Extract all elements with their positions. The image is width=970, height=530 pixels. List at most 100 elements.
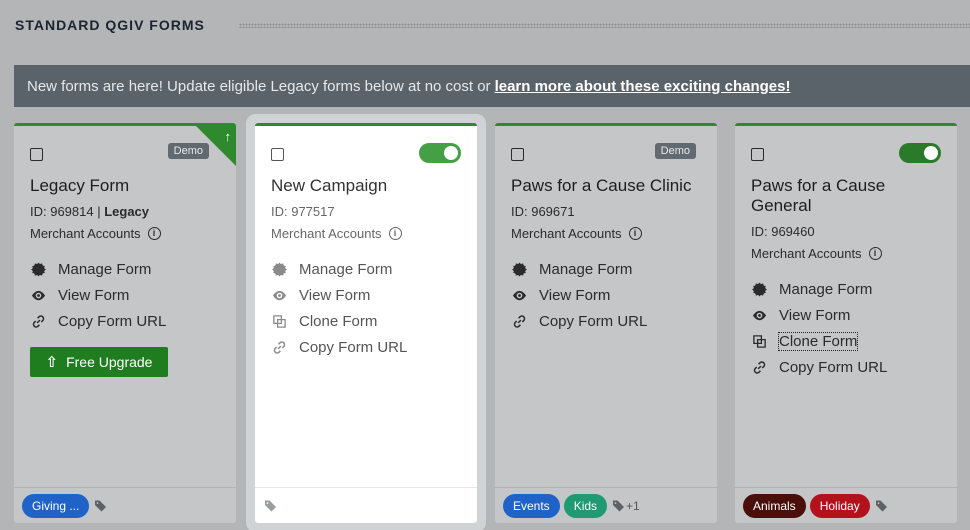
- link-icon: [271, 339, 287, 355]
- form-card-legacy-form: ↑ Demo Legacy Form ID: 969814 | Legacy M…: [14, 123, 236, 523]
- merchant-accounts: Merchant Accounts i: [271, 226, 402, 241]
- card-actions: Manage Form View Form Clone Form Copy Fo…: [271, 256, 407, 360]
- eye-icon: [271, 287, 287, 303]
- merchant-accounts-label: Merchant Accounts: [751, 246, 862, 261]
- section-divider: [238, 22, 970, 28]
- form-card-paws-clinic: Demo Paws for a Cause Clinic ID: 969671 …: [495, 123, 717, 523]
- gear-icon: [30, 261, 46, 277]
- action-label: View Form: [779, 306, 851, 324]
- manage-form-link[interactable]: Manage Form: [511, 256, 647, 282]
- form-id-value: ID: 969814: [30, 204, 94, 219]
- eye-icon: [751, 307, 767, 323]
- select-checkbox[interactable]: [751, 148, 764, 161]
- tag-icon[interactable]: [875, 500, 888, 512]
- form-active-toggle[interactable]: [419, 143, 461, 163]
- gear-icon: [751, 281, 767, 297]
- manage-form-link[interactable]: Manage Form: [271, 256, 407, 282]
- free-upgrade-button[interactable]: ⇧ Free Upgrade: [30, 347, 168, 377]
- demo-badge: Demo: [167, 143, 209, 159]
- card-footer: Giving ...: [14, 487, 236, 523]
- arrow-up-icon: ↑: [224, 129, 232, 144]
- card-footer: [255, 487, 477, 523]
- view-form-link[interactable]: View Form: [271, 282, 407, 308]
- select-checkbox[interactable]: [511, 148, 524, 161]
- demo-badge: Demo: [654, 143, 696, 159]
- eye-icon: [30, 287, 46, 303]
- card-actions: Manage Form View Form Clone Form Copy Fo…: [751, 276, 887, 380]
- update-banner: New forms are here! Update eligible Lega…: [14, 65, 970, 107]
- form-title: Paws for a Cause General: [751, 176, 886, 215]
- eye-icon: [511, 287, 527, 303]
- copy-form-url-link[interactable]: Copy Form URL: [751, 354, 887, 380]
- form-active-toggle[interactable]: [899, 143, 941, 163]
- tag-giving[interactable]: Giving ...: [22, 493, 90, 518]
- info-icon[interactable]: i: [388, 227, 402, 240]
- action-label: Copy Form URL: [539, 312, 648, 330]
- info-icon[interactable]: i: [147, 227, 161, 240]
- action-label: Clone Form: [777, 331, 859, 351]
- learn-more-link[interactable]: learn more about these exciting changes!: [495, 78, 791, 95]
- action-label: Clone Form: [299, 312, 378, 330]
- tag-icon[interactable]: [265, 500, 277, 512]
- form-type: Legacy: [104, 204, 150, 219]
- action-label: Copy Form URL: [299, 338, 408, 356]
- link-icon: [751, 359, 767, 375]
- form-id: ID: 969814 | Legacy: [30, 204, 150, 219]
- form-card-paws-general: Paws for a Cause General ID: 969460 Merc…: [735, 123, 957, 523]
- card-footer: Events Kids +1: [495, 487, 717, 523]
- merchant-accounts: Merchant Accounts i: [511, 226, 642, 241]
- manage-form-link[interactable]: Manage Form: [30, 256, 166, 282]
- merchant-accounts-label: Merchant Accounts: [30, 226, 141, 241]
- form-id: ID: 969671: [511, 204, 575, 219]
- copy-form-url-link[interactable]: Copy Form URL: [511, 308, 647, 334]
- copy-form-url-link[interactable]: Copy Form URL: [271, 334, 407, 360]
- more-tags-count[interactable]: +1: [626, 499, 640, 513]
- action-label: Manage Form: [299, 260, 393, 278]
- card-actions: Manage Form View Form Copy Form URL: [511, 256, 647, 334]
- action-label: Manage Form: [58, 260, 152, 278]
- form-title: Legacy Form: [30, 176, 130, 195]
- link-icon: [30, 313, 46, 329]
- gear-icon: [511, 261, 527, 277]
- action-label: View Form: [58, 286, 130, 304]
- view-form-link[interactable]: View Form: [30, 282, 166, 308]
- copy-icon: [271, 313, 287, 329]
- banner-text: New forms are here! Update eligible Lega…: [27, 77, 491, 95]
- tag-icon[interactable]: [613, 500, 625, 512]
- view-form-link[interactable]: View Form: [511, 282, 647, 308]
- action-label: Copy Form URL: [779, 358, 888, 376]
- tag-animals[interactable]: Animals: [743, 493, 806, 518]
- merchant-accounts-label: Merchant Accounts: [511, 226, 622, 241]
- action-label: View Form: [539, 286, 611, 304]
- clone-form-link[interactable]: Clone Form: [751, 328, 887, 354]
- gear-icon: [271, 261, 287, 277]
- form-card-new-campaign: New Campaign ID: 977517 Merchant Account…: [255, 123, 477, 523]
- info-icon[interactable]: i: [628, 227, 642, 240]
- free-upgrade-label: Free Upgrade: [66, 354, 153, 370]
- manage-form-link[interactable]: Manage Form: [751, 276, 887, 302]
- view-form-link[interactable]: View Form: [751, 302, 887, 328]
- action-label: Manage Form: [779, 280, 873, 298]
- link-icon: [511, 313, 527, 329]
- action-label: View Form: [299, 286, 371, 304]
- section-header: STANDARD QGIV FORMS: [15, 14, 970, 36]
- merchant-accounts: Merchant Accounts i: [30, 226, 161, 241]
- select-checkbox[interactable]: [271, 148, 284, 161]
- action-label: Manage Form: [539, 260, 633, 278]
- merchant-accounts-label: Merchant Accounts: [271, 226, 382, 241]
- arrow-up-icon: ⇧: [45, 354, 59, 371]
- form-id: ID: 977517: [271, 204, 335, 219]
- tag-icon[interactable]: [95, 500, 107, 512]
- form-title: Paws for a Cause Clinic: [511, 176, 692, 195]
- select-checkbox[interactable]: [30, 148, 43, 161]
- copy-form-url-link[interactable]: Copy Form URL: [30, 308, 166, 334]
- card-actions: Manage Form View Form Copy Form URL: [30, 256, 166, 334]
- tag-events[interactable]: Events: [503, 493, 560, 518]
- tag-kids[interactable]: Kids: [563, 493, 608, 518]
- info-icon[interactable]: i: [868, 247, 882, 260]
- tag-holiday[interactable]: Holiday: [809, 493, 870, 518]
- action-label: Copy Form URL: [58, 312, 167, 330]
- clone-form-link[interactable]: Clone Form: [271, 308, 407, 334]
- copy-icon: [751, 333, 767, 349]
- merchant-accounts: Merchant Accounts i: [751, 246, 882, 261]
